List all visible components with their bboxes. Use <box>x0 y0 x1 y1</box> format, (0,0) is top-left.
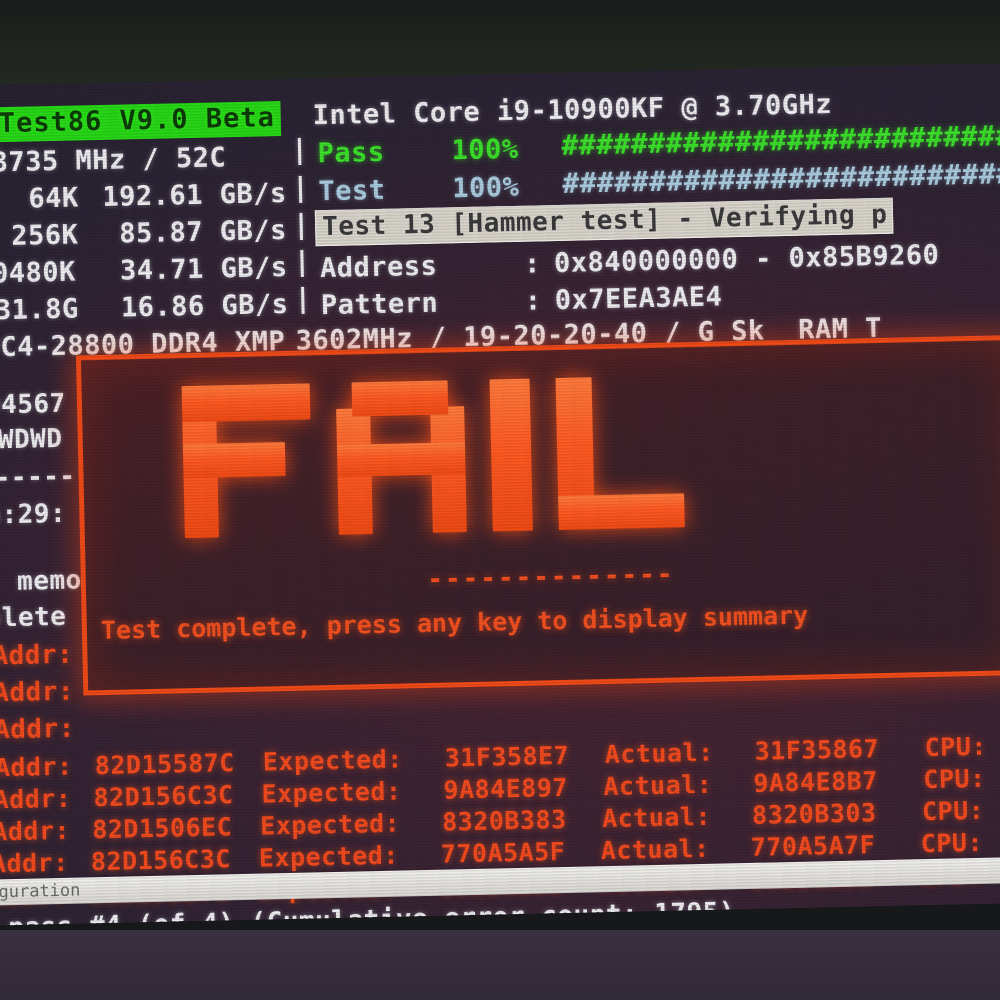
test-percent: 100% <box>452 171 520 205</box>
pattern-colon: : <box>524 285 542 317</box>
error-row-0-addr-label: Addr: <box>0 751 73 783</box>
photo-of-monitor: Test86 V9.0 Beta Intel Core i9-10900KF @… <box>0 0 1000 1000</box>
error-row-0-cpu-label: CPU: <box>924 731 988 763</box>
fail-word <box>181 375 685 539</box>
fail-divider: -------------- <box>426 559 675 595</box>
cache-l3-label: 0480K <box>0 256 77 290</box>
pattern-label: Pattern <box>320 287 439 322</box>
cache-l1-value: 192.61 GB/s <box>102 177 288 213</box>
sidebar-divider-3: | <box>292 209 311 241</box>
error-row-0-addr: 82D15587C <box>94 748 236 781</box>
error-row-1-actual: 9A84E8B7 <box>753 766 879 798</box>
sidebar-partial-1: DWDWD <box>0 423 63 456</box>
status-bar-text: onfiguration <box>0 880 81 904</box>
sidebar-divider-4: | <box>293 246 312 278</box>
cache-l3-value: 34.71 GB/s <box>119 251 288 287</box>
sidebar-addr-label-0: Addr: <box>0 639 74 672</box>
test-label: Test <box>318 174 386 208</box>
error-row-2-addr: 82D1506EC <box>91 812 233 845</box>
cache-l2-value: 85.87 GB/s <box>118 214 288 250</box>
fail-letter-a <box>336 380 467 535</box>
error-row-1-addr: 82D156C3C <box>93 780 234 813</box>
error-row-2-addr-label: Addr: <box>0 815 71 847</box>
error-row-3-actual-label: Actual: <box>600 833 710 866</box>
sidebar-divider-1: | <box>291 134 309 166</box>
error-row-1-expected: 9A84E897 <box>443 772 569 805</box>
monitor-bezel-bottom <box>0 930 1000 1000</box>
pass-percent: 100% <box>451 133 519 167</box>
sidebar-divider-5: | <box>294 283 312 315</box>
error-row-2-cpu-label: CPU: <box>921 795 985 827</box>
pass-label: Pass <box>317 136 385 170</box>
error-row-1-addr-label: Addr: <box>0 783 72 815</box>
memory-bandwidth-value: 16.86 GB/s <box>120 288 289 324</box>
fail-letter-f <box>181 383 313 539</box>
address-colon: : <box>523 248 542 280</box>
pass-progress-bar: ############################### <box>561 117 1000 162</box>
fail-message: Test complete, press any key to display … <box>100 600 809 646</box>
address-value: 0x840000000 - 0x85B9260 <box>553 239 940 280</box>
app-logo: Test86 V9.0 Beta <box>0 101 282 143</box>
fail-letter-l <box>555 375 685 531</box>
cache-l1-label: 64K <box>28 182 80 215</box>
error-row-1-actual-label: Actual: <box>603 769 713 802</box>
error-row-2-actual-label: Actual: <box>601 801 712 834</box>
error-row-3-cpu-label: CPU: <box>920 827 984 859</box>
error-row-0-expected-label: Expected: <box>262 744 404 777</box>
error-row-2-expected-label: Expected: <box>259 808 401 841</box>
current-test-banner: Test 13 [Hammer test] - Verifying p <box>314 197 894 247</box>
error-row-3-addr-label: Addr: <box>0 847 70 879</box>
fail-letter-i <box>489 378 533 532</box>
memtest86-screen: Test86 V9.0 Beta Intel Core i9-10900KF @… <box>0 62 1000 926</box>
sidebar-partial-5: : memo <box>0 565 83 597</box>
error-row-3-expected-label: Expected: <box>258 840 400 873</box>
pattern-value: 0x7EEA3AE4 <box>554 281 723 317</box>
error-row-3-actual: 770A5A7F <box>750 830 876 862</box>
sidebar-partial-3: 6:29: <box>0 498 67 531</box>
fail-banner-box: -------------- Test complete, press any … <box>75 335 1000 696</box>
cpu-clock-temp: 3735 MHz / 52C <box>0 142 227 179</box>
error-row-0-actual-label: Actual: <box>604 737 714 770</box>
error-row-2-expected: 8320B383 <box>441 804 567 837</box>
error-row-0-expected: 31F358E7 <box>444 740 570 773</box>
test-progress-bar: ############################### <box>561 155 1000 200</box>
sidebar-partial-6: olete <box>0 601 67 634</box>
memory-size-label: 31.8G <box>0 293 80 327</box>
sidebar-addr-label-2: Addr: <box>0 713 76 746</box>
cache-l2-label: 256K <box>10 219 79 252</box>
error-row-1-cpu-label: CPU: <box>923 763 986 795</box>
error-row-0-actual: 31F35867 <box>754 734 880 766</box>
error-row-3-expected: 770A5A5F <box>440 836 566 869</box>
address-label: Address <box>319 250 438 285</box>
sidebar-partial-0: 04567 <box>0 388 67 421</box>
error-row-2-actual: 8320B303 <box>751 798 877 830</box>
sidebar-addr-label-1: Addr: <box>0 676 75 709</box>
error-row-1-expected-label: Expected: <box>261 776 402 809</box>
sidebar-divider-2: | <box>291 172 310 204</box>
error-row-3-addr: 82D156C3C <box>90 844 232 877</box>
sidebar-partial-2: ------ <box>0 461 76 494</box>
